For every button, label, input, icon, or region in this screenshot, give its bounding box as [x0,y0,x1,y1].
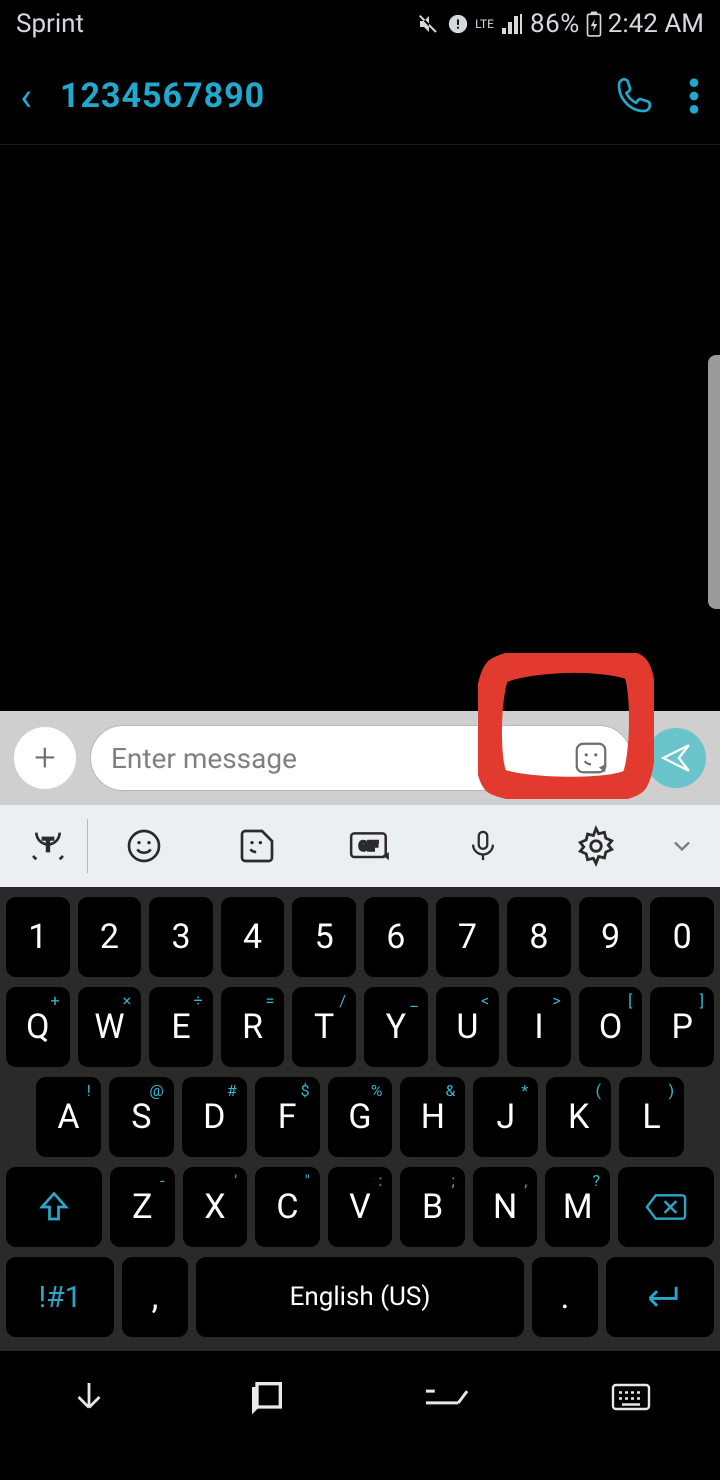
key-symbols[interactable]: !#1 [6,1257,114,1337]
key-o[interactable]: [O [579,987,643,1067]
key-m[interactable]: ?M [545,1167,610,1247]
nav-keyboard-switch-button[interactable] [610,1380,652,1414]
svg-text:GIF: GIF [359,840,378,855]
message-input[interactable] [111,742,571,775]
scroll-handle[interactable] [708,355,720,609]
key-space[interactable]: English (US) [196,1257,524,1337]
back-button[interactable]: ‹ [20,73,32,120]
key-row-asdf: !A @S #D $F %G &H *J (K )L [6,1077,714,1157]
nav-hide-keyboard-button[interactable] [68,1376,110,1418]
keyboard-settings-button[interactable] [539,805,652,887]
network-label: LTE [475,19,494,29]
key-f[interactable]: $F [255,1077,320,1157]
key-1[interactable]: 1 [6,897,70,977]
key-l[interactable]: )L [619,1077,684,1157]
key-row-zxcv: -Z 'X "C :V ;B ,N ?M [6,1167,714,1247]
key-9[interactable]: 9 [579,897,643,977]
sticker-button[interactable] [571,738,611,778]
more-options-button[interactable] [688,76,700,116]
system-nav-bar [0,1351,720,1443]
key-row-qwerty: +Q ×W ÷E =R /T _Y <U >I [O ]P [6,987,714,1067]
mute-icon [417,12,441,36]
alarm-icon [447,13,469,35]
key-enter[interactable] [606,1257,714,1337]
key-w[interactable]: ×W [78,987,142,1067]
key-j[interactable]: *J [473,1077,538,1157]
key-b[interactable]: ;B [400,1167,465,1247]
message-field[interactable] [90,725,632,791]
key-8[interactable]: 8 [507,897,571,977]
key-s[interactable]: @S [109,1077,174,1157]
key-shift[interactable] [6,1167,102,1247]
keyboard: 1 2 3 4 5 6 7 8 9 0 +Q ×W ÷E =R /T _Y <U… [0,887,720,1351]
app-bar: ‹ 1234567890 [0,48,720,144]
carrier-label: Sprint [16,9,84,39]
key-v[interactable]: :V [328,1167,393,1247]
key-r[interactable]: =R [221,987,285,1067]
key-row-bottom: !#1 , English (US) . [6,1257,714,1337]
key-e[interactable]: ÷E [149,987,213,1067]
conversation-title[interactable]: 1234567890 [60,76,614,116]
key-backspace[interactable] [618,1167,714,1247]
key-3[interactable]: 3 [149,897,213,977]
key-0[interactable]: 0 [650,897,714,977]
nav-recents-button[interactable] [247,1377,287,1417]
key-n[interactable]: ,N [473,1167,538,1247]
battery-charging-icon [586,11,602,37]
key-g[interactable]: %G [328,1077,393,1157]
composer: + [0,711,720,805]
key-a[interactable]: !A [36,1077,101,1157]
key-h[interactable]: &H [400,1077,465,1157]
key-x[interactable]: 'X [183,1167,248,1247]
key-d[interactable]: #D [182,1077,247,1157]
send-button[interactable] [646,728,706,788]
key-i[interactable]: >I [507,987,571,1067]
call-button[interactable] [614,76,654,116]
key-q[interactable]: +Q [6,987,70,1067]
text-separator-button[interactable]: T [8,805,88,887]
key-y[interactable]: _Y [364,987,428,1067]
key-p[interactable]: ]P [650,987,714,1067]
status-icons: LTE 86% 2:42 AM [417,9,704,39]
key-4[interactable]: 4 [221,897,285,977]
voice-input-button[interactable] [426,805,539,887]
key-comma[interactable]: , [122,1257,188,1337]
key-c[interactable]: "C [255,1167,320,1247]
key-u[interactable]: <U [436,987,500,1067]
conversation-area[interactable] [0,145,720,711]
svg-text:T: T [43,835,54,856]
key-6[interactable]: 6 [364,897,428,977]
nav-home-button[interactable] [423,1380,473,1414]
sticker-kb-button[interactable] [201,805,314,887]
key-z[interactable]: -Z [110,1167,175,1247]
gif-button[interactable]: GIF [314,805,427,887]
status-bar: Sprint LTE 86% 2:42 AM [0,0,720,48]
key-t[interactable]: /T [292,987,356,1067]
emoji-button[interactable] [88,805,201,887]
attach-button[interactable]: + [14,727,76,789]
signal-icon [500,12,524,36]
key-7[interactable]: 7 [436,897,500,977]
clock-label: 2:42 AM [608,9,704,39]
key-period[interactable]: . [532,1257,598,1337]
battery-percent: 86% [530,9,580,39]
key-row-numbers: 1 2 3 4 5 6 7 8 9 0 [6,897,714,977]
key-5[interactable]: 5 [292,897,356,977]
toolbar-collapse-button[interactable] [652,805,712,887]
key-k[interactable]: (K [546,1077,611,1157]
keyboard-toolbar: T GIF [0,805,720,887]
key-2[interactable]: 2 [78,897,142,977]
